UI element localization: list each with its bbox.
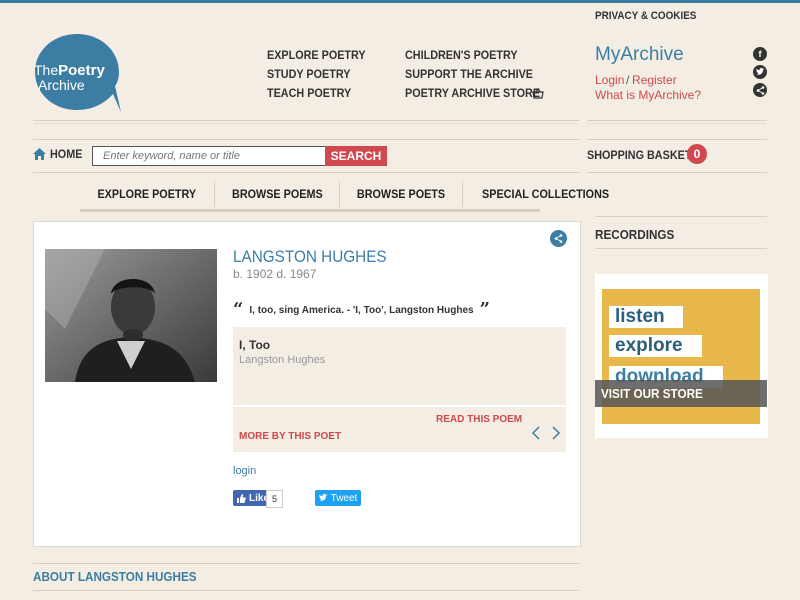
browse-tabs: EXPLORE POETRY BROWSE POEMS BROWSE POETS… xyxy=(80,181,609,212)
poem-author: Langston Hughes xyxy=(239,354,326,366)
thumbs-up-icon xyxy=(237,493,246,503)
basket-icon xyxy=(532,86,544,104)
home-icon xyxy=(33,148,46,160)
home-label: HOME xyxy=(50,147,83,161)
search-top-divider xyxy=(33,139,579,140)
visit-store-button[interactable]: VISIT OUR STORE xyxy=(595,380,767,407)
tab-browse-poems[interactable]: BROWSE POEMS xyxy=(215,181,341,207)
logo-archive: Archive xyxy=(38,77,85,93)
nav-poetry-archive-store[interactable]: POETRY ARCHIVE STORE xyxy=(405,86,540,100)
ad-word-explore: explore xyxy=(609,335,702,357)
top-accent-bar xyxy=(0,0,800,3)
like-count: 5 xyxy=(266,490,283,508)
poem-title[interactable]: I, Too xyxy=(239,338,270,352)
open-quote-icon: “ xyxy=(233,299,244,320)
privacy-cookies-link[interactable]: PRIVACY & COOKIES xyxy=(595,10,696,22)
header-divider xyxy=(33,120,579,124)
share-icon xyxy=(554,234,563,243)
register-link[interactable]: Register xyxy=(632,73,677,87)
tab-label: SPECIAL COLLECTIONS xyxy=(482,187,610,201)
basket-count-badge[interactable]: 0 xyxy=(687,144,707,164)
tab-label: BROWSE POETS xyxy=(357,187,446,201)
nav-study-poetry[interactable]: STUDY POETRY xyxy=(267,67,350,81)
visit-store-label: VISIT OUR STORE xyxy=(601,386,703,401)
tab-browse-poets[interactable]: BROWSE POETS xyxy=(340,181,464,207)
home-link[interactable]: HOME xyxy=(33,147,86,161)
tab-explore-poetry[interactable]: EXPLORE POETRY xyxy=(80,181,215,207)
tweet-button[interactable]: Tweet xyxy=(315,490,361,506)
login-link-small[interactable]: login xyxy=(233,465,256,477)
nav-teach-poetry[interactable]: TEACH POETRY xyxy=(267,86,351,100)
search-button[interactable]: SEARCH xyxy=(325,146,387,166)
poet-name: LANGSTON HUGHES xyxy=(233,247,387,266)
about-top-divider xyxy=(33,563,579,564)
next-arrow-icon[interactable] xyxy=(551,426,561,445)
recordings-heading: RECORDINGS xyxy=(595,227,675,242)
nav-support-archive[interactable]: SUPPORT THE ARCHIVE xyxy=(405,67,533,81)
tab-label: EXPLORE POETRY xyxy=(97,187,197,201)
poet-quote: “ I, too, sing America. - 'I, Too', Lang… xyxy=(233,301,490,319)
nav-childrens-poetry[interactable]: CHILDREN'S POETRY xyxy=(405,48,518,62)
search-bottom-divider xyxy=(33,172,579,173)
prev-arrow-icon[interactable] xyxy=(531,426,541,445)
more-by-poet-link[interactable]: MORE BY THIS POET xyxy=(239,431,341,442)
recordings-bottom-divider xyxy=(595,248,767,249)
about-heading: ABOUT LANGSTON HUGHES xyxy=(33,569,197,584)
what-is-myarchive-link[interactable]: What is MyArchive? xyxy=(595,88,701,102)
facebook-icon[interactable]: f xyxy=(753,47,767,61)
about-bottom-divider xyxy=(33,590,579,591)
login-link[interactable]: Login xyxy=(595,73,624,87)
tab-label: BROWSE POEMS xyxy=(231,187,323,201)
quote-text: I, too, sing America. - 'I, Too', Langst… xyxy=(249,304,474,316)
share-icon[interactable] xyxy=(753,83,767,97)
myarchive-title[interactable]: MyArchive xyxy=(595,44,684,66)
shopping-basket-link[interactable]: SHOPPING BASKET xyxy=(587,148,691,162)
basket-top-divider xyxy=(587,139,767,140)
ad-word-listen: listen xyxy=(609,306,683,328)
share-poet-button[interactable] xyxy=(550,230,567,247)
search-input[interactable] xyxy=(92,146,330,166)
tweet-label: Tweet xyxy=(330,492,358,504)
close-quote-icon: ” xyxy=(479,299,490,320)
poet-dates: b. 1902 d. 1967 xyxy=(233,267,317,281)
poem-card[interactable] xyxy=(233,327,566,405)
read-this-poem-link[interactable]: READ THIS POEM xyxy=(436,414,522,425)
header-divider-right xyxy=(587,120,767,124)
twitter-bird-icon xyxy=(318,494,328,501)
twitter-icon[interactable] xyxy=(753,65,767,79)
tab-special-collections[interactable]: SPECIAL COLLECTIONS xyxy=(463,181,628,207)
logo-the: The xyxy=(34,62,59,78)
recordings-top-divider xyxy=(595,216,767,217)
login-separator: / xyxy=(626,73,630,87)
poetry-archive-logo[interactable]: ThePoetry Archive xyxy=(33,32,121,112)
basket-bottom-divider xyxy=(587,172,767,173)
poet-portrait xyxy=(45,249,217,382)
nav-explore-poetry[interactable]: EXPLORE POETRY xyxy=(267,48,366,62)
